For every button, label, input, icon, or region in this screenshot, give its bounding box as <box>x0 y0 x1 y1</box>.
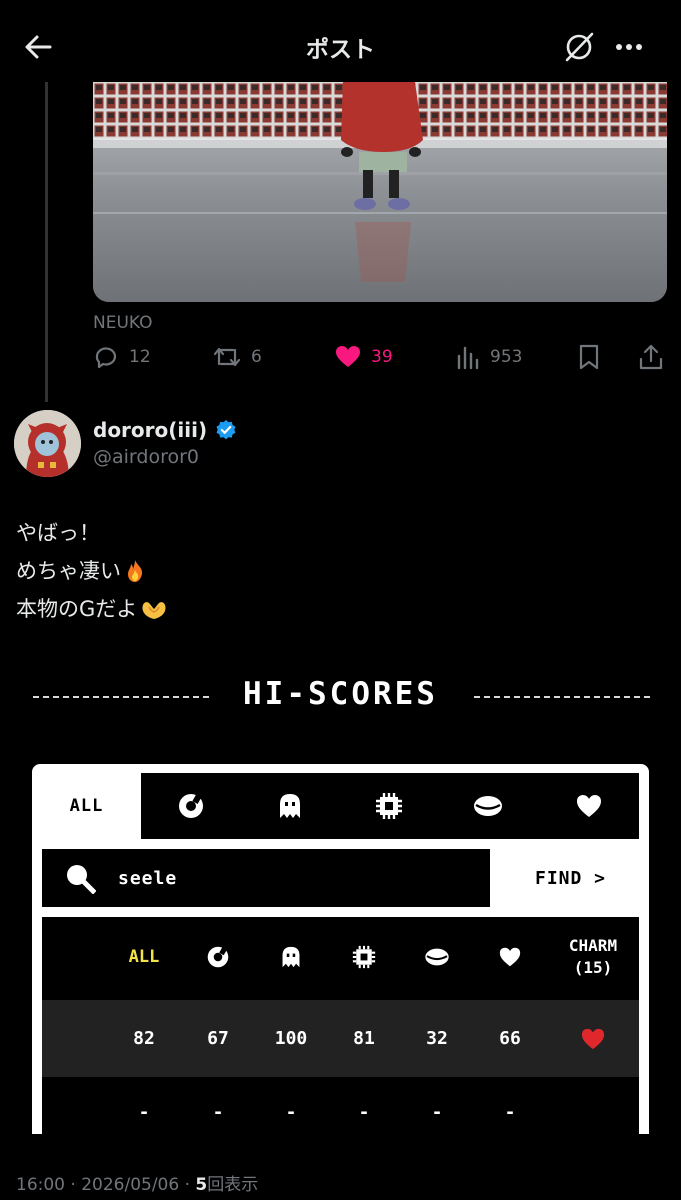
scores-table: ALL CHARM (15) 82 67 100 81 32 66 - - - … <box>42 917 639 1134</box>
score-coin: - <box>431 1101 443 1123</box>
search-icon <box>67 865 96 894</box>
post-timestamp: 16:00 · 2026/05/06 · 5回表示 <box>16 1170 258 1195</box>
charm-heart[interactable] <box>563 1000 623 1077</box>
col-ghost[interactable] <box>261 917 321 997</box>
coin-icon <box>425 948 449 966</box>
like-count: 39 <box>371 347 393 367</box>
ghost-icon <box>279 794 300 818</box>
score-ghost: 100 <box>274 1028 308 1049</box>
find-button[interactable]: FIND > <box>502 849 639 907</box>
loop-icon <box>178 794 203 818</box>
search-box <box>42 849 490 907</box>
tweet-line-2: めちゃ凄い <box>16 559 121 583</box>
hiscores-panel: ALL seele FIND > ALL CHARM (15) 82 67 10… <box>32 764 649 1134</box>
repost-button[interactable]: 6 <box>213 340 262 374</box>
repost-count: 6 <box>251 347 262 367</box>
views-button[interactable]: 953 <box>456 340 522 374</box>
ghost-icon <box>282 946 300 968</box>
col-loop[interactable] <box>188 917 248 997</box>
post-actions: 12 6 39 953 <box>93 340 673 374</box>
category-tabs <box>141 773 639 839</box>
score-all: - <box>138 1101 150 1123</box>
header: ポスト <box>0 0 681 90</box>
score-loop: - <box>212 1101 224 1123</box>
chip-icon <box>352 945 376 969</box>
tweet-line-3: 本物のGだよ <box>16 597 138 621</box>
col-all[interactable]: ALL <box>114 917 174 997</box>
tweet-line-1: やばっ！ <box>16 521 100 545</box>
more-options-icon[interactable] <box>612 30 646 64</box>
reply-button[interactable]: 12 <box>93 340 151 374</box>
score-chip: - <box>358 1101 370 1123</box>
charm-heart-icon <box>581 1028 605 1049</box>
score-heart: 66 <box>499 1028 521 1049</box>
author-handle[interactable]: @airdoror0 <box>93 446 199 468</box>
score-ghost: - <box>285 1101 297 1123</box>
table-row[interactable]: 82 67 100 81 32 66 <box>42 1000 639 1077</box>
verified-badge-icon <box>216 420 236 440</box>
author-name[interactable]: dororo(iii) <box>93 418 207 442</box>
score-coin: 32 <box>426 1028 448 1049</box>
search-input[interactable] <box>118 863 478 893</box>
analytics-icon <box>457 346 479 370</box>
repost-icon <box>213 347 241 367</box>
reply-count: 12 <box>129 347 151 367</box>
heart-filled-icon <box>336 346 360 367</box>
thread-line <box>45 82 48 402</box>
gallery-scene <box>93 82 667 302</box>
tab-all[interactable]: ALL <box>32 773 141 839</box>
charm-label: CHARM <box>568 936 618 955</box>
view-label: 回表示 <box>207 1175 259 1195</box>
post-time: 16:00 · 2026/05/06 · <box>16 1175 196 1195</box>
divider <box>474 696 650 698</box>
post-media-image[interactable] <box>93 82 667 302</box>
loop-icon <box>207 946 229 968</box>
col-chip[interactable] <box>334 917 394 997</box>
tab-heart[interactable] <box>539 773 638 839</box>
charm-count: (15) <box>573 958 613 977</box>
grok-icon[interactable] <box>562 30 596 64</box>
heart-icon <box>576 795 601 817</box>
chip-icon <box>375 793 402 819</box>
bookmark-icon[interactable] <box>577 343 601 371</box>
like-button[interactable]: 39 <box>335 340 393 374</box>
view-count: 5 <box>195 1175 208 1195</box>
heart-hands-emoji-icon <box>142 602 166 619</box>
tab-coin[interactable] <box>438 773 537 839</box>
table-row[interactable]: - - - - - - <box>42 1077 639 1134</box>
reply-icon <box>95 347 117 369</box>
tweet-text: やばっ！ めちゃ凄い 本物のGだよ <box>16 514 169 628</box>
hiscores-title: HI-SCORES <box>243 676 438 712</box>
tab-loop[interactable] <box>141 773 240 839</box>
col-coin[interactable] <box>407 917 467 997</box>
media-source-label: NEUKO <box>93 313 153 333</box>
fire-emoji-icon <box>128 560 143 582</box>
tab-chip[interactable] <box>339 773 438 839</box>
col-charm[interactable]: CHARM (15) <box>550 917 636 997</box>
score-chip: 81 <box>353 1028 375 1049</box>
coin-icon <box>473 796 502 816</box>
heart-icon <box>499 947 521 967</box>
avatar[interactable] <box>14 410 81 477</box>
score-all: 82 <box>133 1028 155 1049</box>
hiscores-header: HI-SCORES <box>0 676 681 716</box>
author-name-row: dororo(iii) <box>93 418 237 442</box>
score-heart: - <box>504 1101 516 1123</box>
tab-ghost[interactable] <box>240 773 339 839</box>
col-heart[interactable] <box>480 917 540 997</box>
score-loop: 67 <box>207 1028 229 1049</box>
share-icon[interactable] <box>638 343 664 371</box>
avatar-illustration <box>14 410 81 477</box>
views-count: 953 <box>490 347 523 367</box>
